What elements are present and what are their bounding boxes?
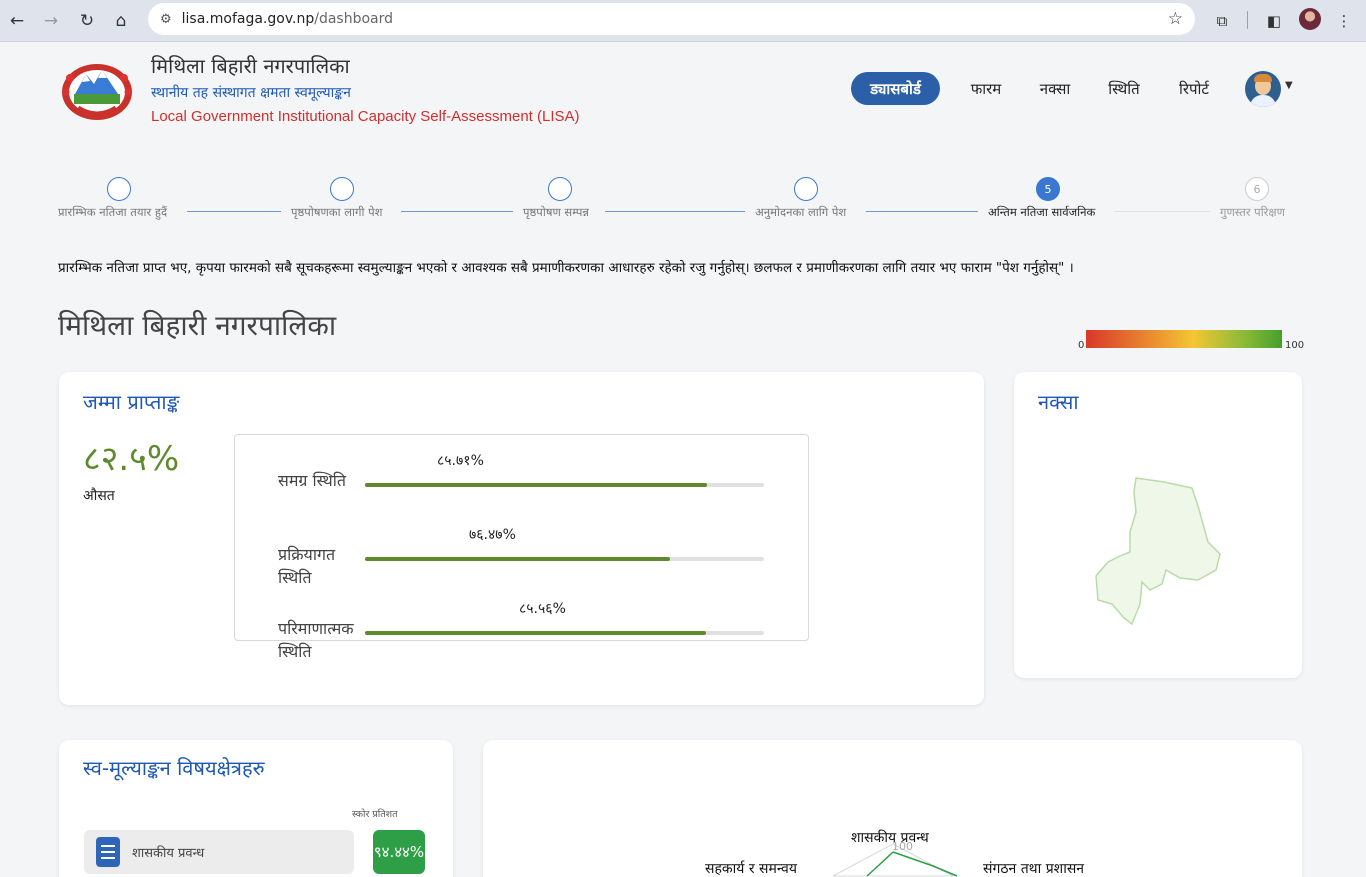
step-1-label: प्रारम्भिक नतिजा तयार हुदैं xyxy=(58,205,168,219)
reload-icon[interactable]: ↻ xyxy=(74,8,100,34)
bar-label: परिमाणात्मक स्थिति xyxy=(278,619,354,661)
bar-track xyxy=(365,483,764,487)
total-score-title: जम्मा प्राप्ताङ्क xyxy=(83,390,180,414)
map-card-title: नक्सा xyxy=(1038,390,1079,414)
chevron-down-icon[interactable]: ▼ xyxy=(1285,80,1293,91)
score-percent-header: स्कोर प्रतिशत xyxy=(352,809,398,820)
scale-max-label: 100 xyxy=(1285,340,1305,351)
bar-fill xyxy=(365,557,671,561)
bar-value: ८५.७१% xyxy=(437,453,484,469)
scale-min-label: 0 xyxy=(1078,340,1085,351)
step-4-label: अनुमोदनका लागि पेश xyxy=(755,205,847,219)
step-4-circle[interactable] xyxy=(794,177,818,201)
toolbar-divider xyxy=(1247,11,1248,29)
nav-form[interactable]: फारम xyxy=(958,72,1014,105)
list-item[interactable]: शासकीय प्रवन्ध xyxy=(84,830,354,874)
nepal-emblem-logo xyxy=(62,64,132,120)
url-path: /dashboard xyxy=(314,11,394,27)
scale-gradient-bar xyxy=(1086,330,1282,348)
step-2-label: पृष्ठपोषणका लागी पेश xyxy=(291,205,383,219)
site-settings-icon[interactable]: ⚙ xyxy=(160,12,172,27)
step-connector xyxy=(187,211,281,212)
bookmark-star-icon[interactable]: ☆ xyxy=(1168,9,1183,29)
instruction-notice: प्रारम्भिक नतिजा प्राप्त भए, कृपया फारमक… xyxy=(58,260,1074,276)
page: मिथिला बिहारी नगरपालिका स्थानीय तह संस्थ… xyxy=(0,42,1366,877)
step-connector xyxy=(1114,211,1210,212)
score-badge: ९४.४४% xyxy=(373,830,425,874)
map-card: नक्सा xyxy=(1014,372,1302,678)
step-connector xyxy=(866,211,978,212)
bar-label: प्रक्रियागत स्थिति xyxy=(278,545,336,587)
browser-menu-icon[interactable]: ⋮ xyxy=(1331,8,1357,34)
home-icon[interactable]: ⌂ xyxy=(108,8,134,34)
user-avatar[interactable] xyxy=(1245,71,1281,107)
bar-label: समग्र स्थिति xyxy=(278,471,347,490)
progress-stepper: प्रारम्भिक नतिजा तयार हुदैं पृष्ठपोषणका … xyxy=(0,172,1366,232)
step-3-circle[interactable] xyxy=(548,177,572,201)
radar-chart-card: शासकीय प्रवन्ध 100 संगठन तथा प्रशासन सहक… xyxy=(483,740,1302,877)
extensions-icon[interactable]: ⧉ xyxy=(1209,8,1235,34)
radar-axis-label: संगठन तथा प्रशासन xyxy=(983,861,1085,877)
browser-profile-avatar[interactable] xyxy=(1299,8,1321,30)
org-heading: मिथिला बिहारी नगरपालिका xyxy=(58,309,337,342)
score-bars-chart: ८५.७१% समग्र स्थिति ७६.४७% प्रक्रियागत स… xyxy=(234,434,809,661)
site-subtitle-np: स्थानीय तह संस्थागत क्षमता स्वमूल्याङ्कन xyxy=(151,85,351,101)
site-subtitle-en: Local Government Institutional Capacity … xyxy=(151,108,580,125)
nav-report[interactable]: रिपोर्ट xyxy=(1166,72,1222,105)
total-score-card: जम्मा प्राप्ताङ्क ८२.५% औसत ८५.७१% समग्र… xyxy=(59,372,984,705)
radar-chart xyxy=(832,843,958,877)
step-6-circle[interactable]: 6 xyxy=(1245,177,1269,201)
self-assessment-card: स्व-मूल्याङ्कन विषयक्षेत्रहरु स्कोर प्रत… xyxy=(59,740,453,877)
browser-toolbar: ← → ↻ ⌂ ⚙ lisa.mofaga.gov.np/dashboard ☆… xyxy=(0,0,1366,42)
checklist-icon xyxy=(96,837,120,867)
url-host: lisa.mofaga.gov.np xyxy=(181,11,315,27)
site-title: मिथिला बिहारी नगरपालिका xyxy=(151,54,350,78)
back-icon[interactable]: ← xyxy=(4,8,30,34)
municipality-map-shape[interactable] xyxy=(1094,472,1224,627)
score-color-scale: 0 100 xyxy=(1078,330,1304,354)
bar-track xyxy=(365,631,764,635)
bar-fill xyxy=(365,483,707,487)
radar-tick-label: 100 xyxy=(892,840,913,853)
nav-dashboard[interactable]: ड्यासबोर्ड xyxy=(851,72,940,105)
radar-axis-label: शासकीय प्रवन्ध xyxy=(851,830,929,846)
total-score-sub: औसत xyxy=(83,488,115,504)
address-bar[interactable]: ⚙ lisa.mofaga.gov.np/dashboard ☆ xyxy=(148,3,1195,35)
nav-map[interactable]: नक्सा xyxy=(1030,72,1080,105)
bar-track xyxy=(365,557,764,561)
total-score-value: ८२.५% xyxy=(83,439,180,479)
step-3-label: पृष्ठपोषण सम्पन्न xyxy=(523,205,589,219)
step-connector xyxy=(605,211,745,212)
nav-status[interactable]: स्थिति xyxy=(1098,72,1150,105)
step-2-circle[interactable] xyxy=(330,177,354,201)
radar-axis-label: सहकार्य र समन्वय xyxy=(705,861,797,877)
radar-series-line xyxy=(892,851,958,877)
bar-value: ८५.५६% xyxy=(519,601,566,617)
step-1-circle[interactable] xyxy=(107,177,131,201)
list-item-label: शासकीय प्रवन्ध xyxy=(132,846,205,861)
step-5-label: अन्तिम नतिजा सार्वजनिक xyxy=(988,205,1096,219)
bar-fill xyxy=(365,631,707,635)
step-connector xyxy=(401,211,513,212)
self-assessment-title: स्व-मूल्याङ्कन विषयक्षेत्रहरु xyxy=(83,756,265,780)
forward-icon[interactable]: → xyxy=(38,8,64,34)
step-6-label: गुणस्तर परिक्षण xyxy=(1220,205,1285,219)
bar-value: ७६.४७% xyxy=(469,527,516,543)
side-panel-icon[interactable]: ◧ xyxy=(1261,8,1287,34)
step-5-circle[interactable]: 5 xyxy=(1036,177,1060,201)
